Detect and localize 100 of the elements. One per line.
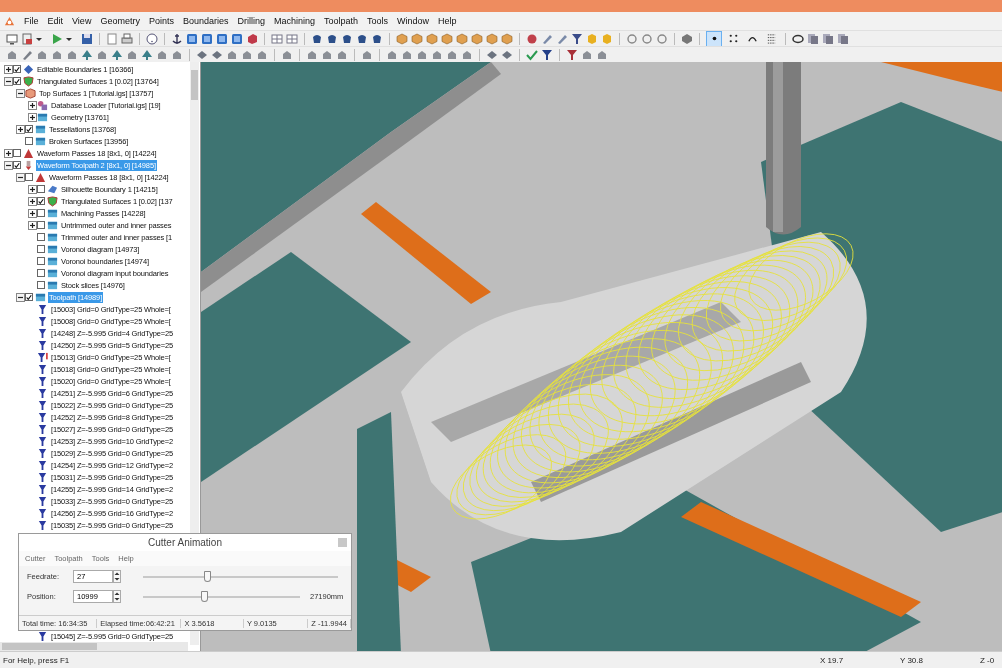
cube-icon[interactable] xyxy=(426,32,438,45)
stack-icon[interactable] xyxy=(837,32,849,45)
checkbox[interactable] xyxy=(25,137,33,145)
cube-icon[interactable] xyxy=(441,32,453,45)
checkbox[interactable] xyxy=(37,257,45,265)
menu-item[interactable]: File xyxy=(24,16,39,26)
checkbox[interactable] xyxy=(37,221,45,229)
diamond-icon[interactable] xyxy=(501,48,513,61)
bsq-icon[interactable] xyxy=(231,32,243,45)
menu-item[interactable]: Edit xyxy=(47,16,64,26)
cube-icon[interactable] xyxy=(486,32,498,45)
expand-icon[interactable] xyxy=(15,124,25,134)
checkbox[interactable] xyxy=(37,281,45,289)
expand-icon[interactable] xyxy=(27,112,37,122)
check-icon[interactable] xyxy=(526,48,538,61)
cube-icon[interactable] xyxy=(396,32,408,45)
expand-icon[interactable] xyxy=(27,220,37,230)
cube-icon[interactable] xyxy=(411,32,423,45)
sheet-icon[interactable] xyxy=(21,32,33,45)
layer-icon xyxy=(35,291,46,303)
monitor-icon[interactable] xyxy=(6,32,18,45)
menu-item[interactable]: Geometry xyxy=(100,16,140,26)
bsq-icon[interactable] xyxy=(186,32,198,45)
checkbox[interactable] xyxy=(37,185,45,193)
ring-icon[interactable] xyxy=(641,32,653,45)
checkbox[interactable] xyxy=(25,125,33,133)
checkbox[interactable] xyxy=(13,161,21,169)
funnel-icon[interactable] xyxy=(571,32,583,45)
horizontal-scrollbar[interactable] xyxy=(0,642,188,651)
checkbox[interactable] xyxy=(13,65,21,73)
expand-icon[interactable] xyxy=(3,64,13,74)
stack-icon[interactable] xyxy=(807,32,819,45)
menu-item[interactable]: Machining xyxy=(274,16,315,26)
cube-icon[interactable] xyxy=(456,32,468,45)
coordinate-readout: Y 30.8 xyxy=(900,655,924,665)
stack-icon[interactable] xyxy=(822,32,834,45)
slider-thumb[interactable] xyxy=(204,570,212,582)
passes-icon xyxy=(23,147,34,159)
collapse-icon[interactable] xyxy=(3,76,13,86)
layer-icon xyxy=(37,111,48,123)
menu-item[interactable]: Points xyxy=(148,16,174,26)
slider-thumb[interactable] xyxy=(201,590,209,602)
print-icon[interactable] xyxy=(121,32,133,45)
rcube-icon[interactable] xyxy=(246,32,258,45)
menu-item[interactable]: Boundaries xyxy=(182,16,229,26)
funnel-icon[interactable] xyxy=(541,48,553,61)
toolpath-icon xyxy=(37,399,48,411)
page-icon[interactable] xyxy=(106,32,118,45)
point-display-button[interactable] xyxy=(706,30,722,47)
layer-icon xyxy=(47,279,58,291)
checkbox[interactable] xyxy=(37,233,45,241)
collapse-icon[interactable] xyxy=(15,292,25,302)
tree-icon[interactable] xyxy=(111,48,123,61)
diamond-icon[interactable] xyxy=(211,48,223,61)
menu-item[interactable]: Tools xyxy=(367,16,389,26)
tree-icon[interactable] xyxy=(141,48,153,61)
help-icon[interactable] xyxy=(146,32,158,45)
rdisc-icon[interactable] xyxy=(526,32,538,45)
layer-icon xyxy=(47,231,58,243)
checkbox[interactable] xyxy=(25,173,33,181)
bsq-icon[interactable] xyxy=(201,32,213,45)
checkbox[interactable] xyxy=(37,245,45,253)
checkbox[interactable] xyxy=(13,77,21,85)
save-icon[interactable] xyxy=(81,32,93,45)
diamond-icon[interactable] xyxy=(196,48,208,61)
bsq-icon[interactable] xyxy=(216,32,228,45)
checkbox[interactable] xyxy=(25,293,33,301)
cube-icon[interactable] xyxy=(501,32,513,45)
oval-icon[interactable] xyxy=(792,32,804,45)
expand-icon[interactable] xyxy=(27,196,37,206)
checkbox[interactable] xyxy=(37,197,45,205)
menu-item[interactable]: View xyxy=(72,16,92,26)
expand-icon[interactable] xyxy=(27,100,37,110)
toolpath-icon xyxy=(37,423,48,435)
checkbox[interactable] xyxy=(37,209,45,217)
diamond-icon[interactable] xyxy=(486,48,498,61)
collapse-icon[interactable] xyxy=(15,172,25,182)
surfaces-icon xyxy=(47,195,58,207)
toolpath-icon xyxy=(37,447,48,459)
menu-item[interactable]: Drilling xyxy=(237,16,265,26)
collapse-icon[interactable] xyxy=(3,160,13,170)
menu-item[interactable]: Window xyxy=(397,16,430,26)
rfunnel-icon[interactable] xyxy=(566,48,578,61)
menu-item[interactable]: Help xyxy=(438,16,457,26)
spinner-arrows-icon[interactable] xyxy=(113,589,121,603)
cube-icon[interactable] xyxy=(471,32,483,45)
checkbox[interactable] xyxy=(37,269,45,277)
ring-icon[interactable] xyxy=(656,32,668,45)
ring-icon[interactable] xyxy=(626,32,638,45)
grid-icon[interactable] xyxy=(286,32,298,45)
collapse-icon[interactable] xyxy=(15,88,25,98)
expand-icon[interactable] xyxy=(27,208,37,218)
grid-icon[interactable] xyxy=(271,32,283,45)
tree-icon[interactable] xyxy=(81,48,93,61)
expand-icon[interactable] xyxy=(3,148,13,158)
spinner-arrows-icon[interactable] xyxy=(113,569,121,583)
menu-item[interactable]: Toolpath xyxy=(324,16,359,26)
checkbox[interactable] xyxy=(13,149,21,157)
anchor-icon[interactable] xyxy=(171,32,183,45)
expand-icon[interactable] xyxy=(27,184,37,194)
